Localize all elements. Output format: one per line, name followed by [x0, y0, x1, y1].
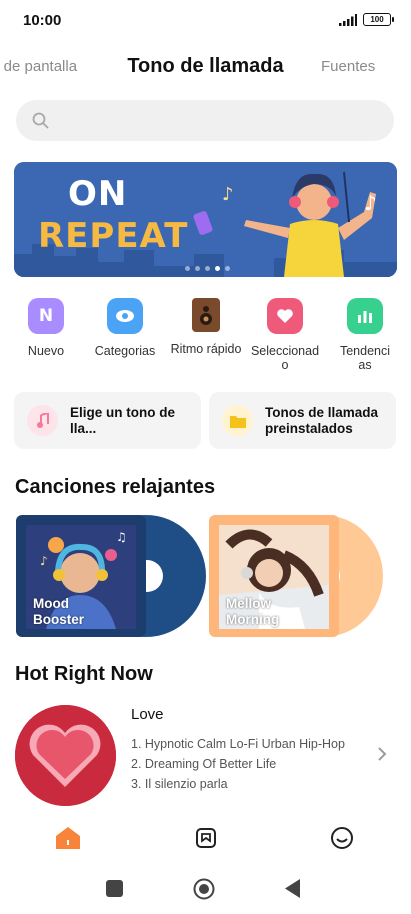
- search-icon: [32, 112, 49, 129]
- heart-icon: [267, 298, 303, 334]
- eye-icon: [107, 298, 143, 334]
- category-label: Ritmo rápido: [170, 342, 242, 356]
- status-bar: 10:00 100: [0, 0, 411, 42]
- banner-title-repeat: REPEAT: [38, 216, 189, 256]
- promo-banner[interactable]: ♪ ♪ ON REPEAT: [14, 162, 397, 277]
- category-row: N Nuevo Categorias Ritmo rápido Seleccio…: [0, 296, 411, 376]
- speaker-icon: [192, 298, 220, 332]
- status-icons: 100: [339, 13, 394, 26]
- top-tabs: s de pantalla Tono de llamada Fuentes: [0, 50, 411, 86]
- album-label: Mellow Morning: [226, 596, 280, 627]
- section-title-hot: Hot Right Now: [15, 663, 153, 685]
- banner-title-on: ON: [68, 174, 128, 214]
- category-categories[interactable]: Categorias: [85, 296, 165, 358]
- pagination-dot: [205, 266, 210, 271]
- folder-icon: [222, 405, 253, 436]
- pagination-dot: [195, 266, 200, 271]
- track-item[interactable]: 2. Dreaming Of Better Life: [131, 754, 345, 774]
- battery-level: 100: [370, 15, 384, 24]
- nav-profile[interactable]: [328, 824, 356, 852]
- section-title-relaxing: Canciones relajantes: [15, 476, 216, 498]
- heart-artwork: [15, 705, 116, 806]
- chevron-right-icon[interactable]: [377, 746, 387, 762]
- pagination-dot-active: [215, 266, 220, 271]
- category-label: Nuevo: [27, 344, 65, 358]
- hot-track-list: 1. Hypnotic Calm Lo-Fi Urban Hip-Hop 2. …: [131, 734, 345, 794]
- pagination-dot: [225, 266, 230, 271]
- track-item[interactable]: 1. Hypnotic Calm Lo-Fi Urban Hip-Hop: [131, 734, 345, 754]
- category-new[interactable]: N Nuevo: [6, 296, 86, 358]
- new-icon: N: [28, 298, 64, 334]
- bottom-nav: [0, 818, 411, 858]
- svg-text:♪: ♪: [222, 184, 234, 205]
- hot-playlist-title[interactable]: Love: [131, 706, 164, 723]
- tab-fonts[interactable]: Fuentes: [321, 58, 375, 75]
- category-label: Tendenci as: [339, 344, 391, 372]
- svg-text:♫: ♫: [116, 530, 127, 544]
- recent-apps-icon[interactable]: [106, 880, 123, 897]
- category-label: Seleccionad o: [250, 344, 320, 372]
- album-mood-booster[interactable]: ♪ ♫ Mood Booster: [16, 515, 206, 637]
- album-cover: Mellow Morning: [209, 515, 339, 637]
- banner-pagination: [185, 266, 230, 271]
- album-cover: ♪ ♫ Mood Booster: [16, 515, 146, 637]
- track-item[interactable]: 3. Il silenzio parla: [131, 774, 345, 794]
- album-label: Mood Booster: [33, 596, 85, 627]
- category-label: Categorias: [94, 344, 156, 358]
- category-trending[interactable]: Tendenci as: [325, 296, 405, 372]
- preinstalled-ringtones-label: Tonos de llamada preinstalados: [265, 404, 379, 436]
- back-icon[interactable]: [285, 879, 301, 898]
- svg-text:♪: ♪: [364, 191, 377, 215]
- signal-icon: [339, 13, 357, 26]
- nav-home[interactable]: [54, 824, 82, 852]
- svg-text:♪: ♪: [40, 554, 48, 568]
- hot-playlist-cover[interactable]: [15, 705, 116, 806]
- home-button-icon[interactable]: [193, 878, 215, 900]
- chart-icon: [347, 298, 383, 334]
- music-note-icon: [27, 405, 58, 436]
- battery-icon: 100: [363, 13, 394, 26]
- album-mellow-morning[interactable]: Mellow Morning: [209, 515, 389, 637]
- choose-ringtone-button[interactable]: Elige un tono de lla...: [14, 392, 201, 449]
- smile-icon: [331, 827, 353, 849]
- category-fast-rhythm[interactable]: Ritmo rápido: [166, 296, 246, 356]
- bookmark-icon: [196, 828, 216, 848]
- status-time: 10:00: [23, 12, 62, 29]
- pagination-dot: [185, 266, 190, 271]
- category-selected[interactable]: Seleccionad o: [245, 296, 325, 372]
- choose-ringtone-label: Elige un tono de lla...: [70, 404, 175, 436]
- search-input[interactable]: [16, 100, 394, 141]
- nav-bookmarks[interactable]: [192, 824, 220, 852]
- system-nav-bar: [0, 866, 411, 910]
- home-icon: [56, 827, 80, 849]
- preinstalled-ringtones-button[interactable]: Tonos de llamada preinstalados: [209, 392, 396, 449]
